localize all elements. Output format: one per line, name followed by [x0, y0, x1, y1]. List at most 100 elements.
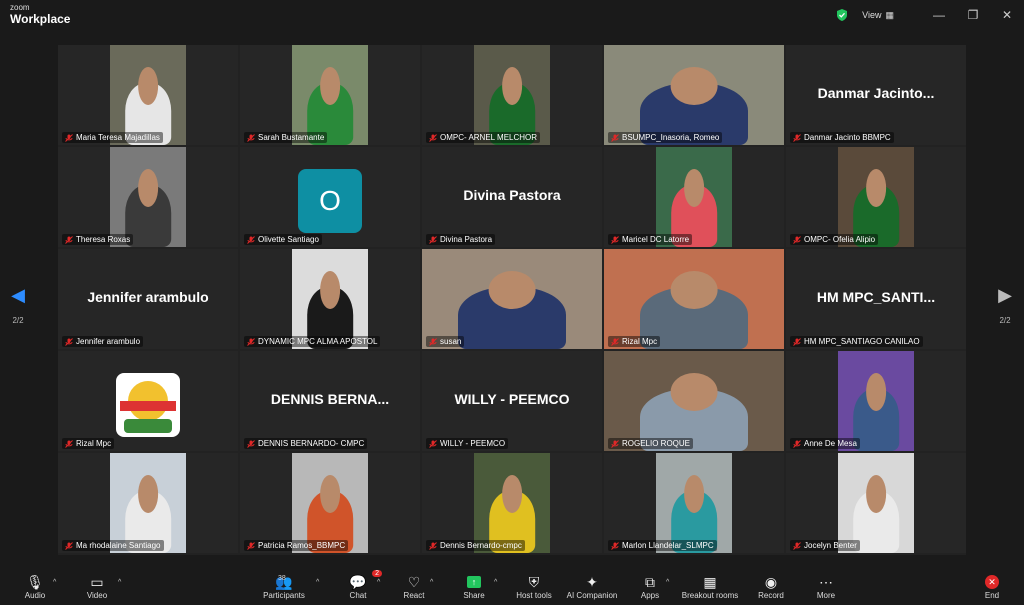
- participant-name: OMPC- ARNEL MELCHOR: [440, 133, 538, 142]
- video-feed: [422, 249, 602, 349]
- audio-caret-icon[interactable]: ^: [53, 579, 56, 586]
- muted-mic-icon: [247, 337, 255, 346]
- participant-tile[interactable]: Patricia Ramos_BBMPC: [240, 453, 420, 553]
- participant-name-label: Maricel DC Latorre: [608, 234, 693, 245]
- participant-tile[interactable]: Rizal Mpc: [58, 351, 238, 451]
- participant-name-label: Olivette Santiago: [244, 234, 322, 245]
- display-name: Jennifer arambulo: [87, 289, 209, 305]
- video-caret-icon[interactable]: ^: [118, 579, 121, 586]
- participant-tile[interactable]: OMPC- Ofelia Alipio: [786, 147, 966, 247]
- participant-name-label: DENNIS BERNARDO- CMPC: [244, 438, 368, 449]
- share-caret-icon[interactable]: ^: [494, 579, 497, 586]
- participant-name-label: Dennis Bernardo-cmpc: [426, 540, 525, 551]
- participant-tile[interactable]: BSUMPC_Inasoria, Romeo: [604, 45, 784, 145]
- participants-label: Participants: [263, 591, 305, 600]
- video-feed: [110, 147, 186, 247]
- participant-tile[interactable]: DYNAMIC MPC ALMA APOSTOL: [240, 249, 420, 349]
- person-head: [684, 475, 704, 513]
- title-bar: zoom Workplace View ▦ — ❐ ✕: [0, 0, 1024, 30]
- react-caret-icon[interactable]: ^: [430, 579, 433, 586]
- brand-big: Workplace: [10, 12, 71, 26]
- more-button[interactable]: ⋯ More: [812, 573, 840, 601]
- participant-name-label: OMPC- Ofelia Alipio: [790, 234, 879, 245]
- next-page[interactable]: ▶ 2/2: [990, 285, 1020, 325]
- participant-tile[interactable]: ROGELIO ROQUE: [604, 351, 784, 451]
- participant-name-label: Rizal Mpc: [608, 336, 661, 347]
- participant-tile[interactable]: Dennis Bernardo-cmpc: [422, 453, 602, 553]
- chat-caret-icon[interactable]: ^: [377, 579, 380, 586]
- muted-mic-icon: [429, 337, 437, 346]
- participant-name-label: OMPC- ARNEL MELCHOR: [426, 132, 541, 143]
- ai-companion-button[interactable]: ✦ AI Companion: [564, 573, 620, 601]
- participant-tile[interactable]: Jocelyn Benter: [786, 453, 966, 553]
- video-feed: [838, 351, 914, 451]
- participant-tile[interactable]: HM MPC_SANTI... HM MPC_SANTIAGO CANILAO: [786, 249, 966, 349]
- restore-icon[interactable]: ❐: [956, 8, 990, 22]
- participant-tile[interactable]: Jennifer arambulo Jennifer arambulo: [58, 249, 238, 349]
- video-feed: [474, 45, 550, 145]
- breakout-rooms-label: Breakout rooms: [681, 591, 739, 600]
- react-button[interactable]: ♡ React: [398, 573, 430, 601]
- audio-button[interactable]: 🎙 Audio: [18, 573, 52, 601]
- apps-caret-icon[interactable]: ^: [666, 579, 669, 586]
- gallery-grid: Maria Teresa Majadillas Sarah Bustamante O…: [58, 45, 966, 555]
- participant-name-label: Marlon Llandelar_SLMPC: [608, 540, 717, 551]
- muted-mic-icon: [65, 235, 73, 244]
- heart-icon: ♡: [407, 573, 421, 590]
- end-button[interactable]: ✕ End: [978, 573, 1006, 600]
- minimize-icon[interactable]: —: [922, 8, 956, 22]
- participant-name: DENNIS BERNARDO- CMPC: [258, 439, 365, 448]
- avatar: O: [298, 169, 362, 233]
- host-tools-button[interactable]: ⛨ Host tools: [512, 573, 556, 601]
- participant-tile[interactable]: Danmar Jacinto... Danmar Jacinto BBMPC: [786, 45, 966, 145]
- participant-tile[interactable]: O Olivette Santiago: [240, 147, 420, 247]
- participant-name-label: Sarah Bustamante: [244, 132, 328, 143]
- grid-icon[interactable]: ▦: [885, 10, 894, 21]
- participant-name-label: BSUMPC_Inasoria, Romeo: [608, 132, 723, 143]
- record-label: Record: [758, 591, 784, 600]
- record-button[interactable]: ◉ Record: [756, 573, 786, 601]
- participant-name: Danmar Jacinto BBMPC: [804, 133, 891, 142]
- participant-tile[interactable]: DENNIS BERNA... DENNIS BERNARDO- CMPC: [240, 351, 420, 451]
- video-feed: [292, 249, 368, 349]
- participant-tile[interactable]: WILLY - PEEMCO WILLY - PEEMCO: [422, 351, 602, 451]
- participant-tile[interactable]: Ma rhodalaine Santiago: [58, 453, 238, 553]
- chevron-left-icon[interactable]: ◀: [11, 285, 25, 305]
- close-icon[interactable]: ✕: [990, 8, 1024, 22]
- share-button[interactable]: ↑ Share: [458, 573, 490, 600]
- participant-tile[interactable]: Marlon Llandelar_SLMPC: [604, 453, 784, 553]
- host-shield-icon: ⛨: [528, 573, 540, 590]
- video-button[interactable]: ▭ Video: [80, 573, 114, 601]
- apps-button[interactable]: ⧉ Apps: [636, 573, 664, 601]
- person-head: [320, 67, 340, 105]
- participant-name-label: Danmar Jacinto BBMPC: [790, 132, 894, 143]
- participants-button[interactable]: 👥 38 Participants: [258, 573, 310, 601]
- participant-name-label: Jocelyn Benter: [790, 540, 860, 551]
- muted-mic-icon: [65, 439, 73, 448]
- participant-name-label: susan: [426, 336, 465, 347]
- person-head: [866, 169, 886, 207]
- video-feed: [604, 45, 784, 145]
- participant-tile[interactable]: OMPC- ARNEL MELCHOR: [422, 45, 602, 145]
- participants-icon: 👥 38: [275, 573, 293, 590]
- participant-tile[interactable]: Theresa Roxas: [58, 147, 238, 247]
- participant-tile[interactable]: susan: [422, 249, 602, 349]
- view-button[interactable]: View: [862, 10, 881, 20]
- participant-tile[interactable]: Divina Pastora Divina Pastora: [422, 147, 602, 247]
- prev-page[interactable]: ◀ 2/2: [3, 285, 33, 325]
- breakout-rooms-button[interactable]: ▦ Breakout rooms: [680, 573, 740, 601]
- participant-tile[interactable]: Maria Teresa Majadillas: [58, 45, 238, 145]
- participant-name-label: HM MPC_SANTIAGO CANILAO: [790, 336, 923, 347]
- participant-name-label: ROGELIO ROQUE: [608, 438, 694, 449]
- participant-tile[interactable]: Rizal Mpc: [604, 249, 784, 349]
- participant-tile[interactable]: Anne De Mesa: [786, 351, 966, 451]
- chat-button[interactable]: 💬 2 Chat: [342, 570, 382, 600]
- apps-label: Apps: [640, 591, 660, 600]
- chevron-right-icon[interactable]: ▶: [998, 285, 1012, 305]
- muted-mic-icon: [611, 337, 619, 346]
- participant-name: Patricia Ramos_BBMPC: [258, 541, 346, 550]
- participant-tile[interactable]: Sarah Bustamante: [240, 45, 420, 145]
- participant-tile[interactable]: Maricel DC Latorre: [604, 147, 784, 247]
- participants-caret-icon[interactable]: ^: [316, 579, 319, 586]
- shield-icon[interactable]: [836, 9, 848, 21]
